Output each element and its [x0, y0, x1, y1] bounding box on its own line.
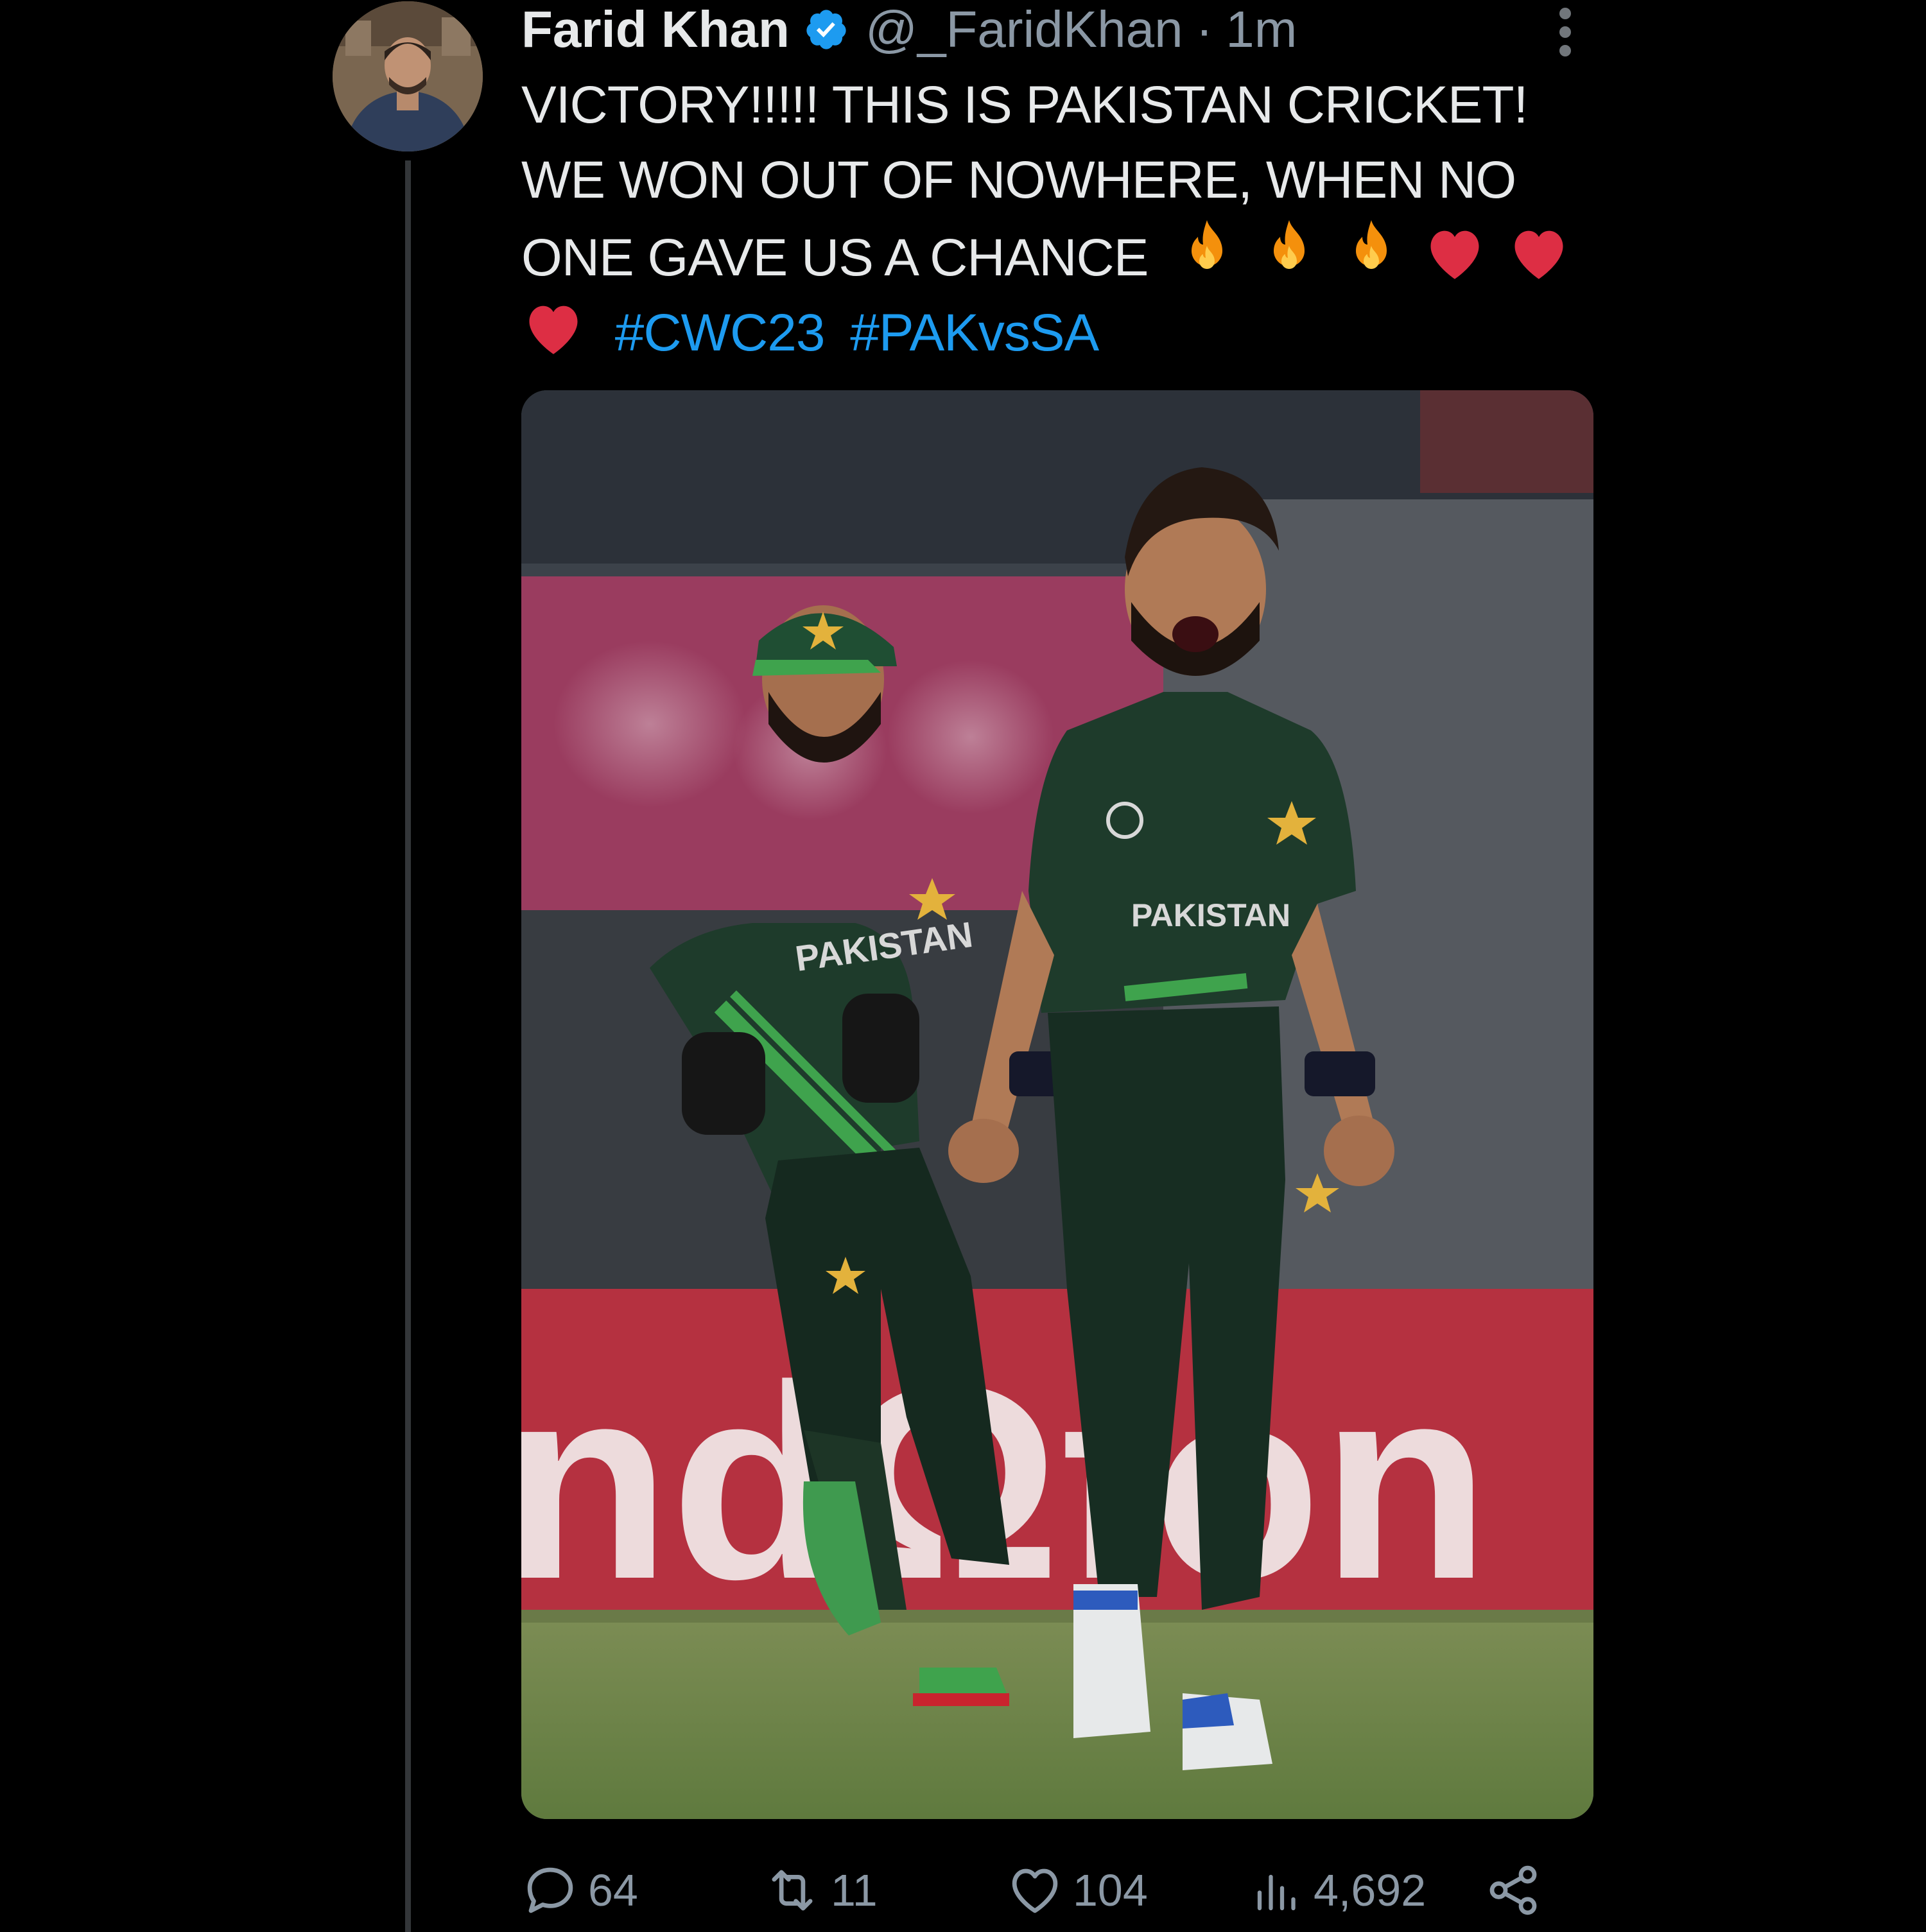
reply-button[interactable]: 64 — [521, 1861, 638, 1919]
tweet-text-line-3-text: ONE GAVE US A CHANCE — [521, 229, 1149, 287]
repost-icon — [772, 1870, 813, 1911]
repost-button[interactable]: 11 — [763, 1861, 878, 1919]
jersey-text-right: PAKISTAN — [1131, 897, 1290, 933]
share-icon — [1489, 1865, 1537, 1915]
tweet-text: VICTORY!!!!! THIS IS PAKISTAN CRICKET! W… — [521, 67, 1613, 370]
fire-emoji-icon — [1355, 220, 1387, 269]
tweet-text-line-2: WE WON OUT OF NOWHERE, WHEN NO — [521, 151, 1516, 209]
tweet-text-line-4: #CWC23 #PAKvsSA — [521, 295, 1613, 370]
avatar[interactable] — [333, 1, 483, 151]
views-count: 4,692 — [1314, 1865, 1427, 1915]
tweet-text-line-3: ONE GAVE US A CHANCE — [521, 218, 1613, 295]
like-button[interactable]: 104 — [1006, 1861, 1148, 1919]
user-handle[interactable]: @_FaridKhan — [865, 0, 1183, 59]
fire-emoji-icon — [1274, 220, 1305, 269]
repost-count: 11 — [831, 1865, 878, 1915]
heart-icon — [1012, 1868, 1058, 1913]
more-options-icon[interactable] — [1552, 8, 1578, 59]
svg-text:ndΩfon: ndΩfon — [521, 1329, 1490, 1637]
avatar-image — [333, 1, 483, 151]
red-heart-emoji-icon — [1514, 230, 1563, 279]
red-heart-emoji-icon — [529, 306, 578, 354]
hashtag-link[interactable]: #CWC23 — [615, 304, 826, 362]
separator-dot: · — [1195, 1, 1213, 58]
reply-count: 64 — [588, 1865, 638, 1915]
fire-emoji-icon — [1192, 220, 1223, 269]
verified-badge-icon — [806, 10, 846, 49]
display-name[interactable]: Farid Khan — [521, 0, 790, 59]
cricket-photo: ndΩfon PAKISTAN PAKISTAN — [521, 390, 1593, 1819]
views-button[interactable]: 4,692 — [1251, 1861, 1426, 1919]
tweet-media-photo[interactable]: ndΩfon PAKISTAN PAKISTAN — [521, 390, 1593, 1819]
reply-icon — [527, 1867, 573, 1913]
thread-line — [405, 160, 411, 1932]
red-heart-emoji-icon — [1430, 230, 1479, 279]
hashtag-link[interactable]: #PAKvsSA — [850, 304, 1099, 362]
views-icon — [1257, 1874, 1296, 1911]
tweet[interactable]: Farid Khan @_FaridKhan · 1m VICTORY!!!!!… — [0, 0, 1926, 1932]
share-button[interactable] — [1484, 1861, 1551, 1919]
tweet-action-bar: 64 11 104 4,692 — [521, 1861, 1549, 1919]
timestamp[interactable]: 1m — [1226, 0, 1297, 59]
tweet-header: Farid Khan @_FaridKhan · 1m — [521, 0, 1297, 59]
like-count: 104 — [1073, 1865, 1148, 1915]
tweet-text-line-1: VICTORY!!!!! THIS IS PAKISTAN CRICKET! — [521, 76, 1528, 134]
